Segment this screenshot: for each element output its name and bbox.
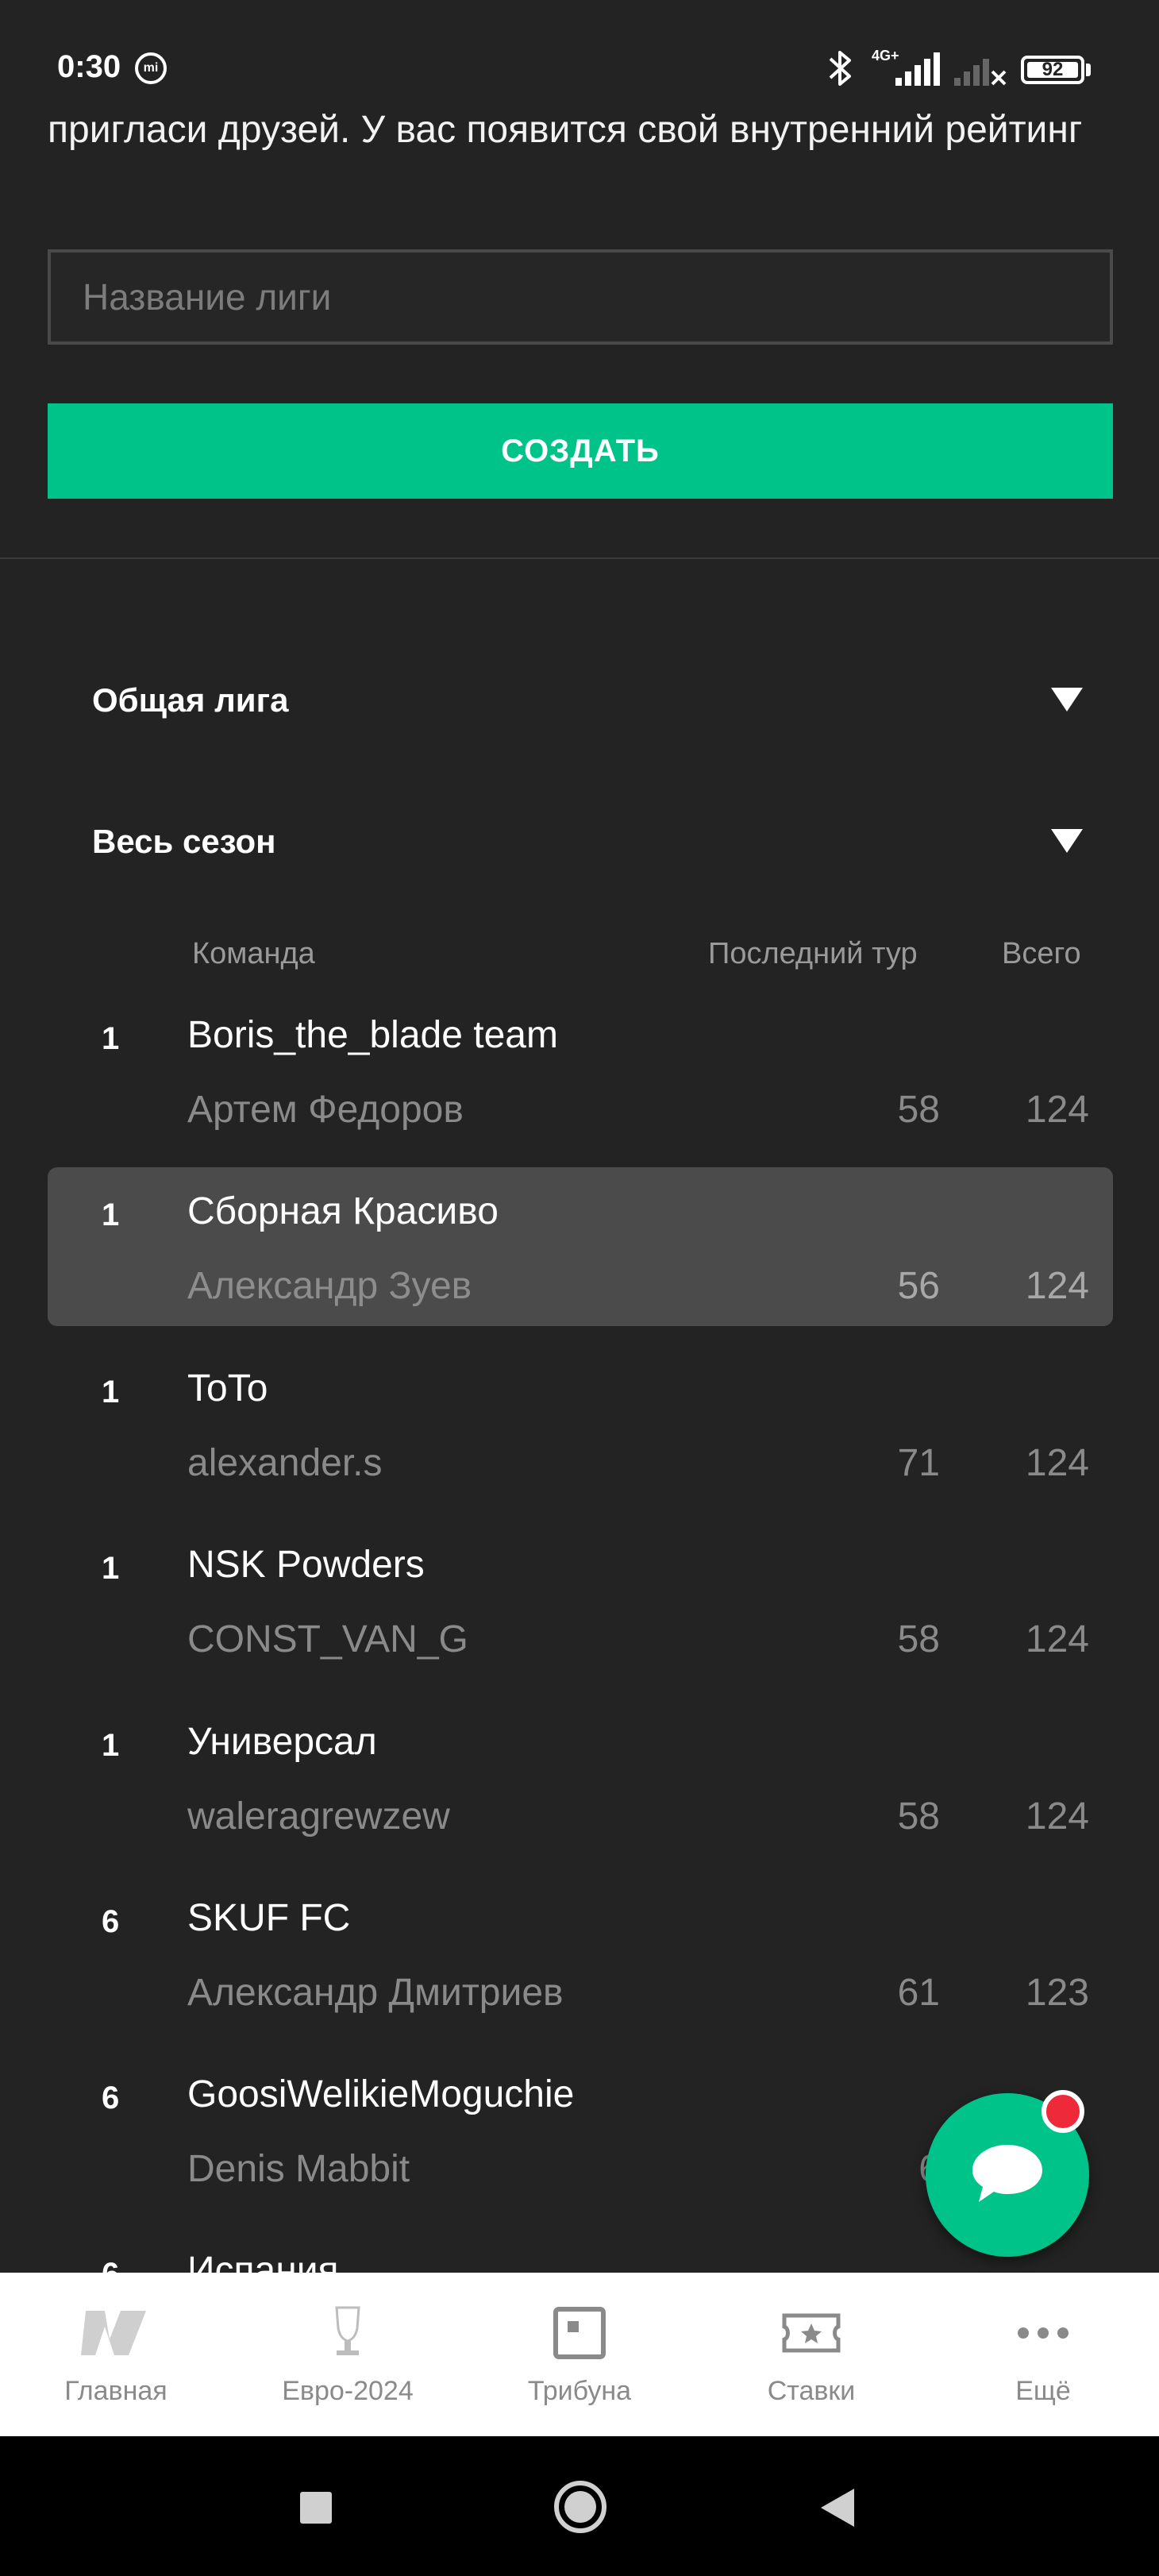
ticket-star-icon <box>780 2301 843 2365</box>
mi-notification-icon: mi <box>135 52 167 84</box>
intro-text: пригласи друзей. У вас появится свой вну… <box>48 109 1083 151</box>
status-time: 0:30 <box>57 49 121 84</box>
rank: 6 <box>102 1904 120 1939</box>
signal-off-icon <box>954 59 1007 86</box>
tribune-icon <box>552 2301 607 2365</box>
owner-name: Александр Зуев <box>187 1265 472 1307</box>
period-dropdown-label: Весь сезон <box>92 823 276 860</box>
rank: 1 <box>102 1551 120 1586</box>
nav-label: Ещё <box>1015 2376 1071 2406</box>
team-name: ToTo <box>187 1367 268 1409</box>
table-row[interactable]: 1 Boris_the_blade team Артем Федоров 58 … <box>48 991 1113 1150</box>
last-round-points: 58 <box>897 1089 940 1131</box>
home-logo-icon <box>78 2301 154 2365</box>
rank: 1 <box>102 1021 120 1056</box>
rank: 1 <box>102 1375 120 1409</box>
nav-label: Ставки <box>767 2376 856 2406</box>
chat-bubble-icon <box>972 2145 1042 2202</box>
nav-home[interactable]: Главная <box>0 2273 232 2436</box>
last-round-points: 71 <box>897 1442 940 1484</box>
total-points: 124 <box>1025 1089 1089 1131</box>
nav-tribune[interactable]: Трибуна <box>464 2273 695 2436</box>
table-row[interactable]: 1 Универсал waleragrewzew 58 124 <box>48 1698 1113 1857</box>
euro-trophy-icon <box>325 2301 370 2365</box>
total-points: 124 <box>1025 1442 1089 1484</box>
owner-name: waleragrewzew <box>187 1795 450 1838</box>
team-name: SKUF FC <box>187 1897 351 1939</box>
team-name: Сборная Красиво <box>187 1190 499 1232</box>
battery-level: 92 <box>1042 59 1064 80</box>
table-row[interactable]: 1 NSK Powders CONST_VAN_G 58 124 <box>48 1521 1113 1679</box>
owner-name: CONST_VAN_G <box>187 1618 468 1660</box>
bluetooth-icon <box>829 51 851 86</box>
last-round-points: 58 <box>897 1795 940 1838</box>
bottom-nav: Главная Евро-2024 Трибуна Ставки Ещё <box>0 2273 1159 2436</box>
team-name: NSK Powders <box>187 1544 425 1586</box>
system-nav-bar <box>0 2436 1159 2576</box>
battery-tip <box>1086 64 1091 76</box>
column-header-total: Всего <box>1002 937 1081 970</box>
league-dropdown[interactable]: Общая лига <box>48 661 1111 740</box>
table-row[interactable]: 6 SKUF FC Александр Дмитриев 61 123 <box>48 1874 1113 2033</box>
notification-badge <box>1042 2090 1084 2133</box>
total-points: 124 <box>1025 1795 1089 1838</box>
last-round-points: 58 <box>897 1618 940 1660</box>
recents-button-icon[interactable] <box>298 2490 333 2525</box>
back-button-icon[interactable] <box>818 2487 857 2528</box>
last-round-points: 56 <box>897 1265 940 1307</box>
rank: 1 <box>102 1197 120 1232</box>
league-name-input[interactable] <box>48 249 1113 345</box>
triangle-down-icon <box>1051 829 1083 853</box>
nav-euro-2024[interactable]: Евро-2024 <box>232 2273 464 2436</box>
team-name: GoosiWelikieMoguchie <box>187 2073 575 2115</box>
nav-label: Главная <box>64 2376 167 2406</box>
total-points: 124 <box>1025 1618 1089 1660</box>
nav-label: Трибуна <box>527 2376 632 2406</box>
rank: 1 <box>102 1728 120 1763</box>
total-points: 123 <box>1025 1972 1089 2014</box>
last-round-points: 61 <box>897 1972 940 2014</box>
more-dots-icon <box>1015 2301 1071 2365</box>
triangle-down-icon <box>1051 688 1083 711</box>
rank: 6 <box>102 2080 120 2115</box>
nav-bets[interactable]: Ставки <box>695 2273 927 2436</box>
team-name: Универсал <box>187 1721 377 1763</box>
owner-name: Артем Федоров <box>187 1089 464 1131</box>
league-dropdown-label: Общая лига <box>92 681 289 719</box>
owner-name: Александр Дмитриев <box>187 1972 564 2014</box>
signal-icon <box>895 52 940 86</box>
table-row-highlighted[interactable]: 1 Сборная Красиво Александр Зуев 56 124 <box>48 1167 1113 1326</box>
team-name: Boris_the_blade team <box>187 1014 558 1056</box>
column-header-last-round: Последний тур <box>708 937 918 970</box>
nav-more[interactable]: Ещё <box>927 2273 1159 2436</box>
period-dropdown[interactable]: Весь сезон <box>48 802 1111 881</box>
owner-name: Denis Mabbit <box>187 2148 410 2190</box>
create-button[interactable]: СОЗДАТЬ <box>48 403 1113 499</box>
home-button-icon[interactable] <box>553 2479 608 2535</box>
table-row[interactable]: 1 ToTo alexander.s 71 124 <box>48 1344 1113 1503</box>
divider <box>0 557 1159 559</box>
battery-icon: 92 <box>1021 56 1084 84</box>
nav-label: Евро-2024 <box>282 2376 414 2406</box>
total-points: 124 <box>1025 1265 1089 1307</box>
column-header-team: Команда <box>192 937 315 970</box>
owner-name: alexander.s <box>187 1442 383 1484</box>
